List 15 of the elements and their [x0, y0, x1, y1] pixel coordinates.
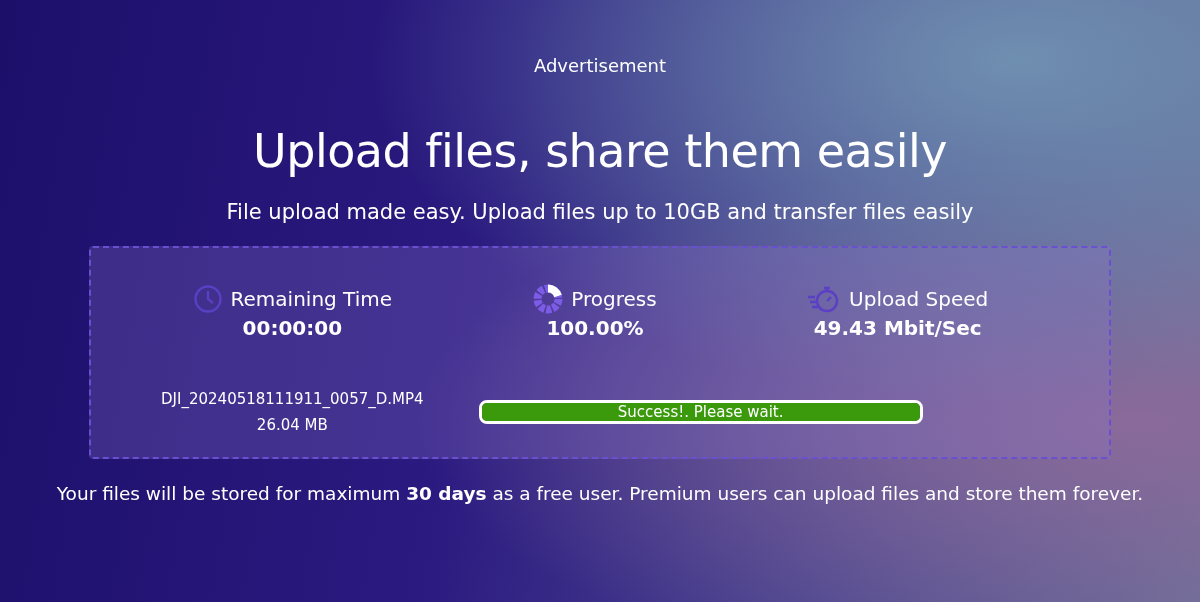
page-title: Upload files, share them easily: [253, 124, 947, 178]
stat-value: 49.43 Mbit/Sec: [813, 316, 982, 340]
advertisement-label: Advertisement: [533, 55, 667, 76]
stat-label: Remaining Time: [230, 287, 393, 311]
stat-value: 00:00:00: [242, 316, 343, 340]
file-size: 26.04 MB: [256, 416, 328, 434]
stat-label: Upload Speed: [849, 287, 989, 311]
clock-icon: [192, 284, 223, 314]
subtitle: File upload made easy. Upload files up to 10GB and transfer files easily: [226, 200, 974, 224]
progress-status: Success!. Please wait.: [617, 403, 784, 421]
stat-label: Progress: [571, 287, 657, 311]
file-name: DJI_20240518111911_0057_D.MP4: [161, 390, 424, 408]
stat-value: 100.00%: [546, 316, 644, 340]
storage-note: Your files will be stored for maximum 30 days as a free user. Premium users can upload files and store them forever.: [56, 483, 1144, 504]
progress-ring-icon: [533, 284, 564, 314]
